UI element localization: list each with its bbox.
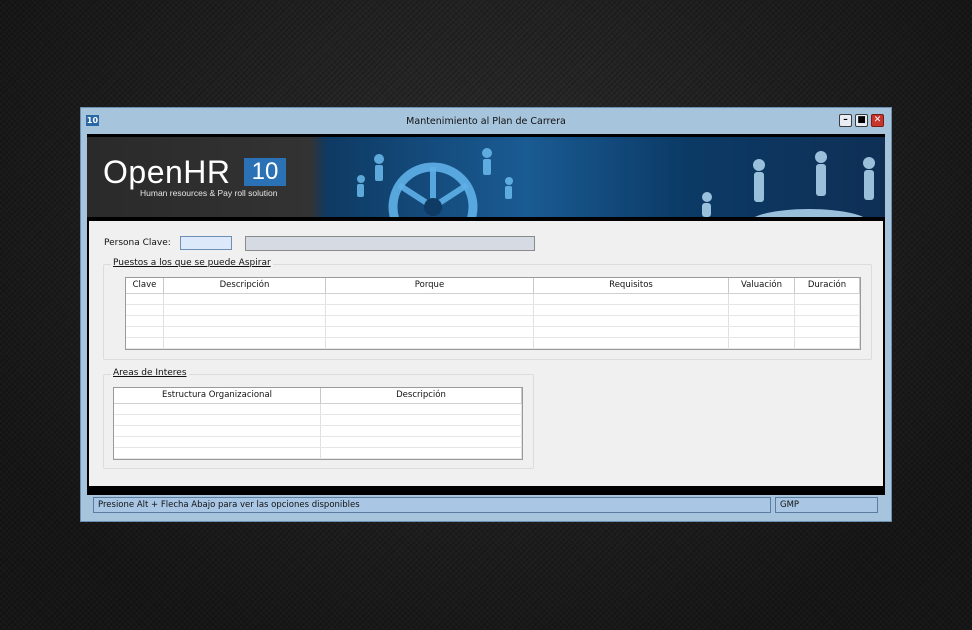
- column-header-duracion[interactable]: Duración: [795, 278, 860, 293]
- table-row[interactable]: [114, 437, 522, 448]
- minimize-button[interactable]: –: [839, 114, 852, 127]
- persona-clave-input[interactable]: [180, 236, 232, 250]
- areas-grid[interactable]: Estructura Organizacional Descripción: [113, 387, 523, 460]
- status-user: GMP: [775, 497, 878, 513]
- logo-badge: 10: [244, 158, 286, 186]
- minimize-icon: –: [843, 115, 848, 125]
- column-header-clave[interactable]: Clave: [126, 278, 164, 293]
- table-row[interactable]: [114, 448, 522, 459]
- table-row[interactable]: [114, 415, 522, 426]
- client-area: OpenHR 10 Human resources & Pay roll sol…: [87, 134, 885, 495]
- column-header-estructura[interactable]: Estructura Organizacional: [114, 388, 321, 403]
- form-panel: Persona Clave: Puestos a los que se pued…: [89, 221, 883, 486]
- logo-tagline: Human resources & Pay roll solution: [140, 188, 278, 198]
- table-row[interactable]: [126, 316, 860, 327]
- logo-text: OpenHR: [103, 154, 231, 190]
- column-header-descripcion[interactable]: Descripción: [164, 278, 326, 293]
- areas-grid-rows: [114, 404, 522, 459]
- close-button[interactable]: ✕: [871, 114, 884, 127]
- window-title: Mantenimiento al Plan de Carrera: [406, 116, 566, 127]
- banner: OpenHR 10 Human resources & Pay roll sol…: [87, 137, 885, 217]
- puestos-group: Puestos a los que se puede Aspirar Clave…: [103, 258, 872, 360]
- table-row[interactable]: [126, 305, 860, 316]
- persona-clave-label: Persona Clave:: [104, 238, 171, 248]
- maximize-icon: ■: [857, 115, 866, 125]
- areas-grid-header: Estructura Organizacional Descripción: [114, 388, 522, 404]
- column-header-valuacion[interactable]: Valuación: [729, 278, 795, 293]
- areas-group: Areas de Interes Estructura Organizacion…: [103, 368, 534, 469]
- table-row[interactable]: [126, 327, 860, 338]
- puestos-grid-rows: [126, 294, 860, 349]
- status-message: Presione Alt + Flecha Abajo para ver las…: [93, 497, 771, 513]
- puestos-group-title: Puestos a los que se puede Aspirar: [111, 258, 273, 268]
- close-icon: ✕: [873, 115, 882, 125]
- maximize-button[interactable]: ■: [855, 114, 868, 127]
- status-bar: Presione Alt + Flecha Abajo para ver las…: [81, 495, 891, 521]
- table-row[interactable]: [114, 426, 522, 437]
- persona-description-field: [245, 236, 535, 251]
- main-window: 10 Mantenimiento al Plan de Carrera – ■ …: [80, 107, 892, 522]
- table-row[interactable]: [114, 404, 522, 415]
- table-row[interactable]: [126, 294, 860, 305]
- puestos-grid[interactable]: Clave Descripción Porque Requisitos Valu…: [125, 277, 861, 350]
- puestos-grid-header: Clave Descripción Porque Requisitos Valu…: [126, 278, 860, 294]
- table-row[interactable]: [126, 338, 860, 349]
- column-header-descripcion-area[interactable]: Descripción: [321, 388, 522, 403]
- areas-group-title: Areas de Interes: [111, 368, 189, 378]
- title-bar[interactable]: 10 Mantenimiento al Plan de Carrera – ■ …: [81, 108, 891, 134]
- column-header-requisitos[interactable]: Requisitos: [534, 278, 729, 293]
- banner-illustration: [357, 148, 875, 217]
- column-header-porque[interactable]: Porque: [326, 278, 534, 293]
